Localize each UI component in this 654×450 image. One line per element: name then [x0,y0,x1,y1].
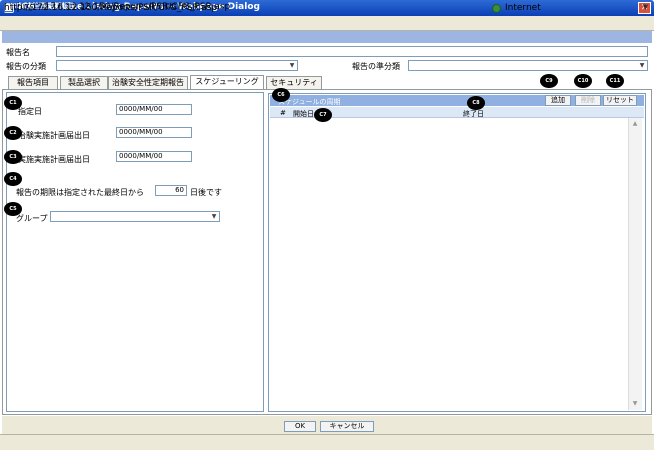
actual-plan-date-label: 実施実施計画届出日 [18,155,90,164]
chevron-up-icon[interactable]: ▲ [629,120,641,127]
reset-button[interactable]: リセット [603,95,637,106]
cancel-button[interactable]: キャンセル [320,421,374,432]
status-bar [0,434,654,450]
deadline-prefix: 報告の期限は指定された最終日から [16,188,144,197]
page-header-band [2,31,652,43]
report-sub-category-select[interactable]: ▼ [408,60,648,71]
schedule-period-panel [268,93,646,412]
marker-c11: C11 [606,74,624,88]
report-category-select[interactable]: ▼ [56,60,298,71]
tab-trial-safety-report[interactable]: 治験安全性定期報告 [108,76,188,89]
deadline-days-input[interactable]: 60 [155,185,187,196]
chevron-down-icon: ▼ [289,62,295,69]
trial-plan-date-label: 治験実施計画届出日 [18,131,90,140]
group-label: グループ [16,214,48,223]
marker-c1: C1 [4,96,22,110]
actual-plan-date-input[interactable]: 0000/MM/00 [116,151,192,162]
column-start-date: 開始日 [293,110,314,118]
marker-c3: C3 [4,150,22,164]
designated-date-label: 指定日 [18,107,42,116]
security-zone: Internet [505,3,541,13]
marker-c8: C8 [467,96,485,110]
report-category-label: 報告の分類 [6,62,46,71]
report-name-input[interactable] [56,46,648,57]
ok-button[interactable]: OK [284,421,316,432]
marker-c9: C9 [540,74,558,88]
tab-security[interactable]: セキュリティ [266,76,322,89]
tab-scheduling[interactable]: スケジューリング [190,75,264,89]
marker-c10: C10 [574,74,592,88]
report-name-label: 報告名 [6,48,30,57]
tab-product-select[interactable]: 製品選択 [60,76,108,89]
globe-icon [492,4,501,13]
column-end-date: 終了日 [463,110,484,118]
tab-report-items[interactable]: 報告項目 [8,76,58,89]
report-sub-category-label: 報告の準分類 [352,62,400,71]
add-button[interactable]: 追加 [545,95,571,106]
chevron-down-icon[interactable]: ▼ [629,400,641,407]
marker-c2: C2 [4,126,22,140]
deadline-suffix: 日後です [190,188,222,197]
address-bar [0,16,654,31]
marker-c5: C5 [4,202,22,216]
trial-plan-date-input[interactable]: 0000/MM/00 [116,127,192,138]
chevron-down-icon[interactable]: ▼ [641,3,650,12]
chevron-down-icon: ▼ [211,213,217,220]
chevron-down-icon: ▼ [639,62,645,69]
status-url: http://172.16.12.150/Reports/PSR/CFG_PSR… [4,3,218,13]
column-number: # [280,109,286,117]
schedule-scrollbar[interactable] [628,118,642,410]
delete-button[interactable]: 削除 [575,95,601,106]
marker-c6: C6 [272,88,290,102]
marker-c4: C4 [4,172,22,186]
marker-c7: C7 [314,108,332,122]
group-select[interactable]: ▼ [50,211,220,222]
designated-date-input[interactable]: 0000/MM/00 [116,104,192,115]
